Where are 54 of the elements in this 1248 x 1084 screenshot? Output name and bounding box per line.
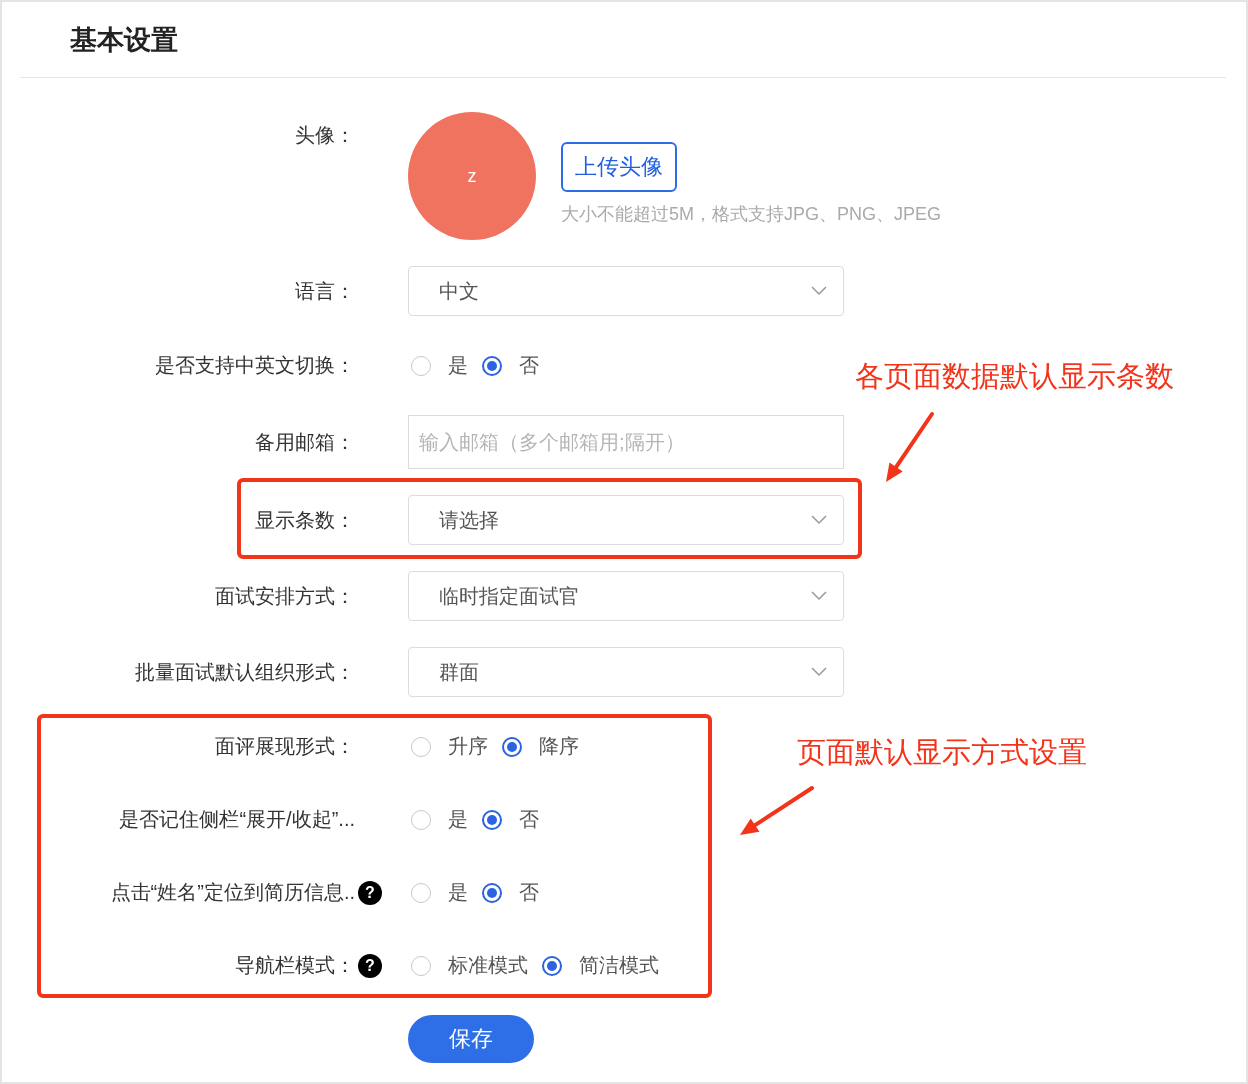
field-label: 点击“姓名”定位到简历信息.. [109, 880, 355, 905]
help-icon[interactable]: ? [358, 880, 382, 905]
radio-label[interactable]: 简洁模式 [579, 952, 659, 979]
field-label: 面评展现形式： [214, 734, 355, 759]
select-field[interactable]: 中文 [408, 266, 844, 316]
radio-button[interactable] [482, 355, 502, 376]
radio-button[interactable] [411, 809, 431, 830]
field-label: 面试安排方式： [214, 583, 355, 609]
select-field[interactable]: 临时指定面试官 [408, 571, 844, 621]
radio-button[interactable] [482, 809, 502, 830]
select-field[interactable]: 请选择 [408, 495, 844, 545]
radio-label[interactable]: 是 [448, 352, 468, 379]
email-input-field[interactable]: 输入邮箱（多个邮箱用;隔开） [408, 415, 844, 469]
field-label: 备用邮箱： [254, 429, 355, 455]
field-label: 显示条数： [254, 507, 355, 533]
annotation-text: 各页面数据默认显示条数 [855, 359, 1174, 394]
field-label: 是否支持中英文切换： [154, 353, 355, 378]
select-field[interactable]: 群面 [408, 647, 844, 697]
annotation-text: 页面默认显示方式设置 [797, 735, 1087, 770]
radio-label[interactable]: 否 [519, 879, 539, 906]
radio-button[interactable] [411, 955, 431, 976]
radio-button[interactable] [411, 882, 431, 903]
save-button[interactable]: 保存 [408, 1015, 534, 1063]
radio-label[interactable]: 降序 [539, 733, 579, 760]
radio-button[interactable] [502, 736, 522, 757]
field-label: 头像： [294, 123, 355, 148]
field-label: 语言： [294, 278, 355, 304]
annotation-arrow [886, 412, 934, 482]
chevron-down-icon [811, 591, 827, 601]
radio-button[interactable] [411, 355, 431, 376]
chevron-down-icon [811, 667, 827, 677]
select-value: 临时指定面试官 [439, 583, 579, 609]
select-value: 群面 [439, 659, 479, 685]
page-title: 基本设置 [70, 23, 178, 57]
select-value: 请选择 [439, 507, 499, 533]
radio-label[interactable]: 否 [519, 352, 539, 379]
select-value: 中文 [439, 278, 479, 304]
field-label: 导航栏模式： [234, 953, 355, 978]
avatar: z [408, 112, 536, 240]
radio-button[interactable] [411, 736, 431, 757]
upload-avatar-button[interactable]: 上传头像 [561, 142, 677, 192]
chevron-down-icon [811, 286, 827, 296]
radio-button[interactable] [542, 955, 562, 976]
radio-label[interactable]: 标准模式 [448, 952, 528, 979]
radio-label[interactable]: 是 [448, 806, 468, 833]
radio-label[interactable]: 否 [519, 806, 539, 833]
field-label: 是否记住侧栏“展开/收起”... [118, 807, 355, 832]
radio-label[interactable]: 是 [448, 879, 468, 906]
field-label: 批量面试默认组织形式： [134, 659, 355, 685]
radio-label[interactable]: 升序 [448, 733, 488, 760]
chevron-down-icon [811, 515, 827, 525]
radio-button[interactable] [482, 882, 502, 903]
upload-hint: 大小不能超过5M，格式支持JPG、PNG、JPEG [561, 203, 942, 226]
help-icon[interactable]: ? [358, 953, 382, 978]
